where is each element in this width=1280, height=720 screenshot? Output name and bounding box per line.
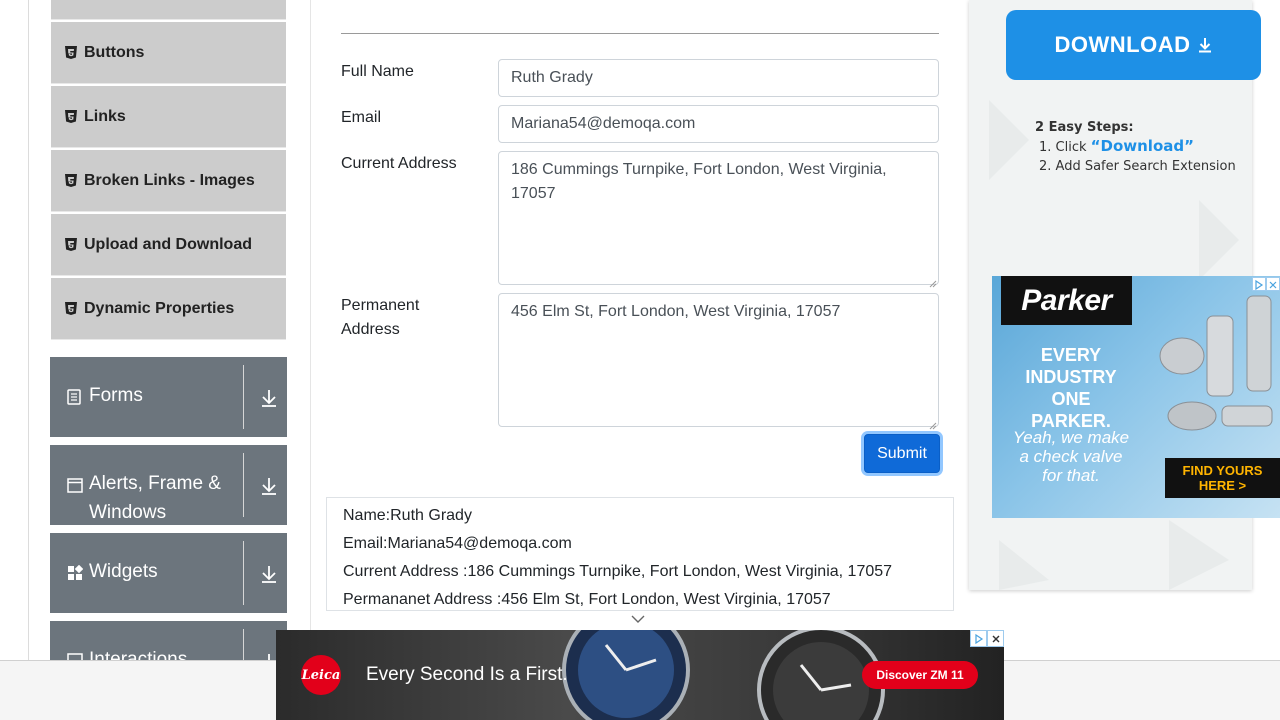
email-label: Email bbox=[341, 109, 382, 126]
download-arrow-icon[interactable] bbox=[260, 476, 278, 496]
chevron-down-icon[interactable] bbox=[630, 612, 646, 626]
output-permanent-address: Permananet Address :456 Elm St, Fort Lon… bbox=[343, 591, 831, 608]
widgets-icon bbox=[67, 564, 84, 581]
download-button[interactable]: DOWNLOAD bbox=[1006, 10, 1261, 80]
current-address-textarea[interactable]: 186 Cummings Turnpike, Fort London, West… bbox=[498, 151, 939, 285]
resize-grip-icon[interactable] bbox=[929, 417, 937, 430]
sidebar-item-broken-links[interactable]: Broken Links - Images bbox=[51, 150, 286, 212]
leica-cta-button[interactable]: Discover ZM 11 bbox=[862, 661, 978, 689]
group-divider bbox=[243, 541, 244, 605]
sidebar-item-label: Links bbox=[84, 107, 126, 125]
sidebar-item-upload-download[interactable]: Upload and Download bbox=[51, 214, 286, 276]
sidebar-item-label: Dynamic Properties bbox=[84, 299, 235, 317]
group-divider bbox=[243, 453, 244, 517]
current-address-label: Current Address bbox=[341, 155, 457, 172]
download-steps: 2 Easy Steps: 1. Click “Download” 2. Add… bbox=[1035, 120, 1236, 176]
sidebar-item-label: Upload and Download bbox=[84, 235, 252, 253]
step-1-prefix: 1. Click bbox=[1039, 140, 1091, 155]
step-2: 2. Add Safer Search Extension bbox=[1039, 159, 1236, 174]
output-email: Email:Mariana54@demoqa.com bbox=[343, 535, 572, 552]
window-icon bbox=[67, 477, 83, 493]
sidebar-border bbox=[28, 0, 29, 660]
html5-icon bbox=[65, 302, 77, 315]
parker-ad[interactable]: Parker EVERY INDUSTRY ONE PARKER. Yeah, … bbox=[992, 276, 1280, 518]
close-ad-icon[interactable] bbox=[1266, 277, 1280, 291]
parker-subline: Yeah, we make a check valve for that. bbox=[1012, 428, 1130, 485]
output-name: Name:Ruth Grady bbox=[343, 507, 472, 524]
page: Buttons Links Broken Links - Images Uplo… bbox=[0, 0, 1280, 720]
email-input[interactable] bbox=[498, 105, 939, 143]
step-1-highlight: “Download” bbox=[1090, 137, 1194, 155]
html5-icon bbox=[65, 238, 77, 251]
sidebar-item-dynamic-properties[interactable]: Dynamic Properties bbox=[51, 278, 286, 340]
leica-logo: Leica bbox=[301, 655, 341, 695]
leica-tagline: Every Second Is a First. bbox=[366, 664, 568, 685]
leica-ad[interactable]: Leica Every Second Is a First. Discover … bbox=[276, 630, 1004, 720]
content-divider bbox=[310, 0, 311, 660]
html5-icon bbox=[65, 110, 77, 123]
download-icon bbox=[1198, 37, 1212, 53]
html5-icon bbox=[65, 174, 77, 187]
permanent-address-label: Permanent Address bbox=[341, 297, 420, 338]
download-arrow-icon[interactable] bbox=[260, 564, 278, 584]
sidebar-group-alerts[interactable]: Alerts, Frame & Windows bbox=[50, 445, 287, 525]
parker-cta[interactable]: FIND YOURS HERE > bbox=[1165, 458, 1280, 498]
output-panel: Name:Ruth Grady Email:Mariana54@demoqa.c… bbox=[326, 497, 954, 611]
download-arrow-icon[interactable] bbox=[260, 388, 278, 408]
group-divider bbox=[243, 365, 244, 429]
form-icon bbox=[67, 389, 83, 405]
download-label: DOWNLOAD bbox=[1054, 32, 1191, 57]
sidebar-group-widgets[interactable]: Widgets bbox=[50, 533, 287, 613]
sidebar-item-previous[interactable] bbox=[51, 0, 286, 20]
close-ad-icon[interactable] bbox=[987, 630, 1004, 647]
step-1: 1. Click “Download” bbox=[1035, 137, 1236, 157]
sidebar-item-buttons[interactable]: Buttons bbox=[51, 22, 286, 84]
adchoices-icon[interactable] bbox=[1252, 277, 1266, 291]
steps-title: 2 Easy Steps: bbox=[1035, 120, 1134, 135]
form-divider bbox=[341, 33, 939, 34]
group-label: Forms bbox=[89, 385, 143, 406]
full-name-input[interactable] bbox=[498, 59, 939, 97]
sidebar-group-forms[interactable]: Forms bbox=[50, 357, 287, 437]
parker-logo: Parker bbox=[1001, 276, 1132, 325]
output-current-address: Current Address :186 Cummings Turnpike, … bbox=[343, 563, 893, 580]
sidebar-item-links[interactable]: Links bbox=[51, 86, 286, 148]
adchoices-icon[interactable] bbox=[970, 630, 987, 647]
full-name-label: Full Name bbox=[341, 63, 414, 80]
group-label: Widgets bbox=[89, 561, 158, 582]
permanent-address-textarea[interactable]: 456 Elm St, Fort London, West Virginia, … bbox=[498, 293, 939, 427]
sidebar-item-label: Buttons bbox=[84, 43, 145, 61]
resize-grip-icon[interactable] bbox=[929, 275, 937, 288]
html5-icon bbox=[65, 46, 77, 59]
submit-button[interactable]: Submit bbox=[864, 434, 940, 473]
group-label: Alerts, Frame & Windows bbox=[89, 473, 221, 523]
sidebar-item-label: Broken Links - Images bbox=[84, 171, 255, 189]
parker-headline: EVERY INDUSTRY ONE PARKER. bbox=[1025, 345, 1117, 431]
